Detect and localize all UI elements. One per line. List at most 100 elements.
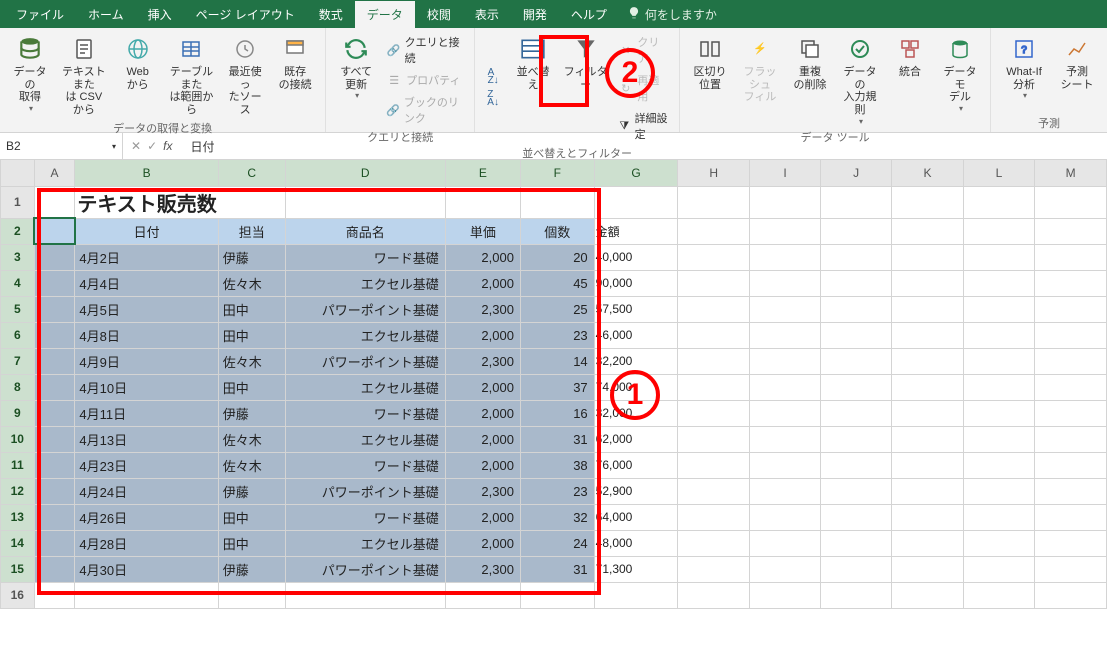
cell-E14[interactable]: 2,000	[445, 530, 520, 556]
cell-F5[interactable]: 25	[520, 296, 594, 322]
cell-J9[interactable]	[821, 400, 892, 426]
cell-B11[interactable]: 4月23日	[75, 452, 218, 478]
col-header-G[interactable]: G	[594, 160, 678, 186]
cell-L13[interactable]	[963, 504, 1034, 530]
cell-B13[interactable]: 4月26日	[75, 504, 218, 530]
cell-M15[interactable]	[1035, 556, 1107, 582]
cell-B15[interactable]: 4月30日	[75, 556, 218, 582]
cell-K13[interactable]	[892, 504, 964, 530]
cell-F12[interactable]: 23	[520, 478, 594, 504]
cell-F1[interactable]	[520, 186, 594, 218]
cell-K6[interactable]	[892, 322, 964, 348]
tab-view[interactable]: 表示	[463, 1, 511, 28]
cell-J6[interactable]	[821, 322, 892, 348]
cell-C2[interactable]: 担当	[218, 218, 285, 244]
cell-F10[interactable]: 31	[520, 426, 594, 452]
cell-J1[interactable]	[821, 186, 892, 218]
cell-G9[interactable]: 32,000	[594, 400, 678, 426]
row-header-3[interactable]: 3	[1, 244, 35, 270]
cell-M9[interactable]	[1035, 400, 1107, 426]
cell-A7[interactable]	[34, 348, 75, 374]
cell-F15[interactable]: 31	[520, 556, 594, 582]
row-header-11[interactable]: 11	[1, 452, 35, 478]
cell-H6[interactable]	[678, 322, 750, 348]
cell-L3[interactable]	[963, 244, 1034, 270]
cell-H16[interactable]	[678, 582, 750, 608]
cell-C11[interactable]: 佐々木	[218, 452, 285, 478]
col-header-I[interactable]: I	[750, 160, 821, 186]
cell-G8[interactable]: 74,000	[594, 374, 678, 400]
cell-J11[interactable]	[821, 452, 892, 478]
cell-E9[interactable]: 2,000	[445, 400, 520, 426]
cell-I14[interactable]	[750, 530, 821, 556]
cell-D6[interactable]: エクセル基礎	[285, 322, 445, 348]
cell-F3[interactable]: 20	[520, 244, 594, 270]
row-header-16[interactable]: 16	[1, 582, 35, 608]
cell-M8[interactable]	[1035, 374, 1107, 400]
cell-J16[interactable]	[821, 582, 892, 608]
cell-F13[interactable]: 32	[520, 504, 594, 530]
row-header-14[interactable]: 14	[1, 530, 35, 556]
col-header-D[interactable]: D	[285, 160, 445, 186]
cell-C10[interactable]: 佐々木	[218, 426, 285, 452]
cell-B7[interactable]: 4月9日	[75, 348, 218, 374]
cell-G12[interactable]: 52,900	[594, 478, 678, 504]
cell-A12[interactable]	[34, 478, 75, 504]
cell-E2[interactable]: 単価	[445, 218, 520, 244]
tab-insert[interactable]: 挿入	[136, 1, 184, 28]
cell-J4[interactable]	[821, 270, 892, 296]
cell-G7[interactable]: 32,200	[594, 348, 678, 374]
tell-me[interactable]: 何をしますか	[627, 6, 717, 23]
cell-G2[interactable]: 金額	[594, 218, 678, 244]
cell-H9[interactable]	[678, 400, 750, 426]
cell-L9[interactable]	[963, 400, 1034, 426]
cell-M13[interactable]	[1035, 504, 1107, 530]
cell-E5[interactable]: 2,300	[445, 296, 520, 322]
worksheet[interactable]: ABCDEFGHIJKLM1テキスト販売数2日付担当商品名単価個数金額34月2日…	[0, 160, 1107, 609]
cell-C8[interactable]: 田中	[218, 374, 285, 400]
cell-L16[interactable]	[963, 582, 1034, 608]
cell-G13[interactable]: 64,000	[594, 504, 678, 530]
col-header-C[interactable]: C	[218, 160, 285, 186]
cell-M11[interactable]	[1035, 452, 1107, 478]
cell-M12[interactable]	[1035, 478, 1107, 504]
cell-L1[interactable]	[963, 186, 1034, 218]
cell-K12[interactable]	[892, 478, 964, 504]
existing-connections-button[interactable]: 既存 の接続	[271, 32, 319, 119]
cell-D14[interactable]: エクセル基礎	[285, 530, 445, 556]
cell-A10[interactable]	[34, 426, 75, 452]
cell-B4[interactable]: 4月4日	[75, 270, 218, 296]
reapply-button[interactable]: ↻再適用	[614, 70, 673, 106]
tab-layout[interactable]: ページ レイアウト	[184, 1, 307, 28]
cell-D3[interactable]: ワード基礎	[285, 244, 445, 270]
tab-review[interactable]: 校閲	[415, 1, 463, 28]
cell-L10[interactable]	[963, 426, 1034, 452]
cell-L4[interactable]	[963, 270, 1034, 296]
enter-icon[interactable]: ✓	[147, 139, 157, 153]
cell-L2[interactable]	[963, 218, 1034, 244]
cell-B8[interactable]: 4月10日	[75, 374, 218, 400]
tab-data[interactable]: データ	[355, 1, 415, 28]
cell-J10[interactable]	[821, 426, 892, 452]
cell-L11[interactable]	[963, 452, 1034, 478]
cell-G4[interactable]: 90,000	[594, 270, 678, 296]
cell-H10[interactable]	[678, 426, 750, 452]
cell-A11[interactable]	[34, 452, 75, 478]
cell-L8[interactable]	[963, 374, 1034, 400]
cell-B3[interactable]: 4月2日	[75, 244, 218, 270]
cell-I13[interactable]	[750, 504, 821, 530]
cell-G15[interactable]: 71,300	[594, 556, 678, 582]
col-header-A[interactable]: A	[34, 160, 75, 186]
col-header-M[interactable]: M	[1035, 160, 1107, 186]
cell-F6[interactable]: 23	[520, 322, 594, 348]
cell-H2[interactable]	[678, 218, 750, 244]
cell-H11[interactable]	[678, 452, 750, 478]
cell-L5[interactable]	[963, 296, 1034, 322]
cell-A14[interactable]	[34, 530, 75, 556]
row-header-2[interactable]: 2	[1, 218, 35, 244]
cell-G16[interactable]	[594, 582, 678, 608]
row-header-6[interactable]: 6	[1, 322, 35, 348]
name-box[interactable]: B2▾	[0, 133, 123, 159]
cell-G6[interactable]: 46,000	[594, 322, 678, 348]
cell-J13[interactable]	[821, 504, 892, 530]
